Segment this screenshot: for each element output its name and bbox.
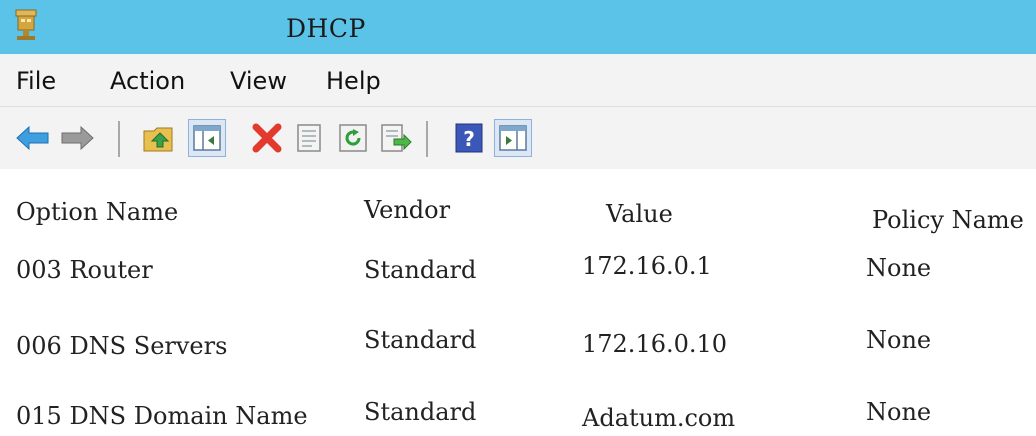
menu-help[interactable]: Help [326,67,381,95]
menu-action[interactable]: Action [110,67,185,95]
row-option-name: 006 DNS Servers [16,332,228,360]
menu-bar: File Action View Help [0,54,1036,107]
row-value: 172.16.0.1 [582,252,712,280]
title-bar[interactable]: DHCP [0,0,1036,54]
svg-text:?: ? [463,127,475,151]
menu-file[interactable]: File [16,67,56,95]
row-policy-name: None [866,398,932,426]
dhcp-window: DHCP File Action View Help ? Option Name… [0,0,1036,436]
up-folder-icon[interactable] [140,119,178,157]
column-header-vendor[interactable]: Vendor [364,196,450,224]
toolbar-separator [118,121,120,157]
toolbar-separator [426,121,428,157]
row-option-name: 015 DNS Domain Name [16,402,308,430]
show-hide-action-pane-icon[interactable] [494,119,532,157]
delete-icon[interactable] [248,119,286,157]
row-vendor: Standard [364,326,477,354]
column-header-value[interactable]: Value [606,200,673,228]
refresh-icon[interactable] [334,119,372,157]
toolbar: ? [0,107,1036,169]
dhcp-server-icon[interactable] [12,8,42,42]
row-option-name: 003 Router [16,256,153,284]
row-policy-name: None [866,326,932,354]
export-list-icon[interactable] [376,119,414,157]
help-icon[interactable]: ? [450,119,488,157]
column-header-option-name[interactable]: Option Name [16,198,178,226]
row-value: 172.16.0.10 [582,330,728,358]
window-title: DHCP [286,14,366,43]
menu-view[interactable]: View [230,67,287,95]
show-hide-console-tree-icon[interactable] [188,119,226,157]
row-vendor: Standard [364,398,477,426]
row-value: Adatum.com [582,404,736,432]
back-arrow-icon[interactable] [14,119,52,157]
properties-icon[interactable] [290,119,328,157]
row-vendor: Standard [364,256,477,284]
dhcp-options-list: Option Name Vendor Value Policy Name 003… [0,170,1036,436]
row-policy-name: None [866,254,932,282]
forward-arrow-icon[interactable] [58,119,96,157]
column-header-policy-name[interactable]: Policy Name [872,206,1024,234]
